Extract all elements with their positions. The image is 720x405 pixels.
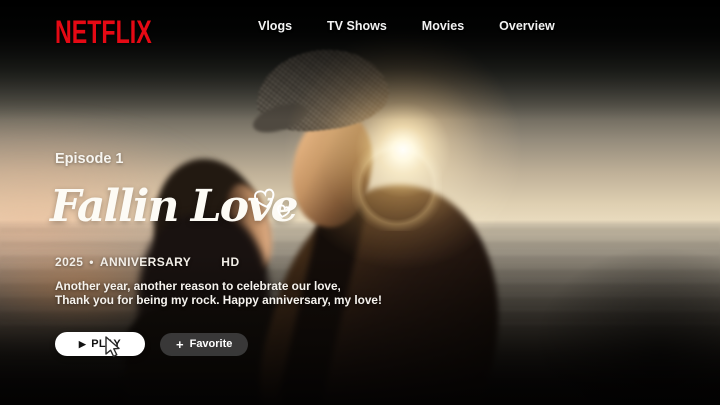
description-line-2: Thank you for being my rock. Happy anniv… xyxy=(55,294,382,308)
description-line-1: Another year, another reason to celebrat… xyxy=(55,280,382,294)
play-button[interactable]: ▶ PLAY xyxy=(55,332,145,356)
dot-separator: • xyxy=(89,255,94,269)
category-label: ANNIVERSARY xyxy=(100,255,191,269)
action-buttons: ▶ PLAY + Favorite xyxy=(55,332,248,356)
netflix-logo[interactable]: NETFLIX xyxy=(55,15,152,52)
plus-icon: + xyxy=(176,338,184,351)
favorite-button[interactable]: + Favorite xyxy=(160,333,248,356)
nav-item-overview[interactable]: Overview xyxy=(499,19,555,33)
nav-item-movies[interactable]: Movies xyxy=(422,19,464,33)
mouse-cursor xyxy=(103,335,125,359)
favorite-button-label: Favorite xyxy=(190,338,233,350)
metadata-row: 2025 • ANNIVERSARY HD xyxy=(55,255,240,269)
nav-item-tv-shows[interactable]: TV Shows xyxy=(327,19,387,33)
episode-label: Episode 1 xyxy=(55,151,124,167)
main-nav: Vlogs TV Shows Movies Overview xyxy=(258,19,555,33)
play-triangle-icon: ▶ xyxy=(79,340,86,349)
top-navbar: NETFLIX Vlogs TV Shows Movies Overview xyxy=(0,0,720,60)
year-label: 2025 xyxy=(55,255,83,269)
nav-item-vlogs[interactable]: Vlogs xyxy=(258,19,292,33)
hearts-doodle-icon xyxy=(252,186,296,226)
netflix-hero-screen: NETFLIX Vlogs TV Shows Movies Overview E… xyxy=(0,0,720,405)
hd-badge: HD xyxy=(221,255,240,269)
show-description: Another year, another reason to celebrat… xyxy=(55,280,382,308)
